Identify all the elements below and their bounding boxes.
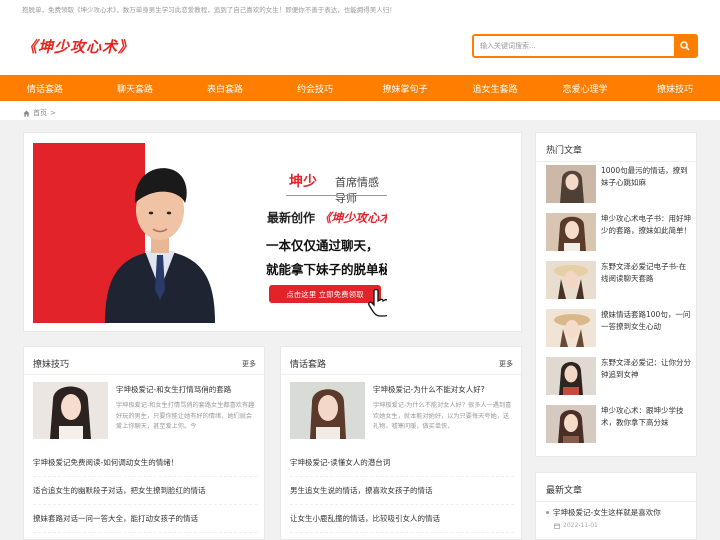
list-item[interactable]: 宇坤极爱记免费阅读-如何调动女生的情绪！ bbox=[33, 449, 257, 477]
section-title: 撩妹技巧 bbox=[33, 360, 70, 370]
nav-item-1[interactable]: 情话套路 bbox=[0, 75, 90, 101]
section-divider bbox=[281, 374, 521, 375]
article-thumbnail bbox=[546, 309, 596, 347]
featured-article-title[interactable]: 宇坤极爱记-为什么不能对女人好? bbox=[373, 384, 485, 395]
panel-divider bbox=[536, 161, 696, 162]
section-flirting-tips: 撩妹技巧 更多 宇坤极爱记-和女生打情骂俏的套路 宇坤极爱记-和女生打情骂俏的套… bbox=[23, 346, 265, 540]
list-item[interactable]: 适合追女生的幽默段子对话，把女生撩到脸红的情话 bbox=[33, 477, 257, 505]
nav-item-7[interactable]: 恋爱心理学 bbox=[540, 75, 630, 101]
hot-article-item[interactable]: 东野文泽必爱记：让你分分钟追到女神 bbox=[546, 357, 692, 405]
pointer-hand-icon bbox=[368, 289, 387, 317]
search-icon bbox=[680, 41, 690, 51]
breadcrumb-separator: > bbox=[50, 109, 56, 117]
featured-article-image[interactable] bbox=[33, 382, 108, 439]
banner-mentor-name: 坤少 bbox=[289, 174, 317, 190]
banner-new-prefix: 最新创作 bbox=[267, 211, 316, 225]
list-item[interactable]: 男生追女生说的情话，撩喜欢女孩子的情话 bbox=[290, 477, 514, 505]
latest-article-date: 2022-11-01 bbox=[554, 522, 598, 529]
section-divider bbox=[24, 374, 264, 375]
hot-article-title: 撩妹情话套路100句，一问一答撩到女生心动 bbox=[601, 310, 691, 331]
banner-headline-1: 一本仅仅通过聊天， bbox=[266, 238, 379, 253]
banner-cta-button[interactable]: 点击这里 立即免费领取 bbox=[269, 285, 381, 303]
hot-article-title: 东野文泽必爱记电子书-在线阅读聊天套路 bbox=[601, 262, 687, 283]
article-thumbnail bbox=[546, 405, 596, 443]
bullet-dot bbox=[546, 511, 549, 514]
latest-article-item[interactable]: 宇坤极爱记-女生这样就是喜欢你 bbox=[546, 507, 661, 518]
latest-articles-title: 最新文章 bbox=[546, 486, 583, 496]
search-box bbox=[472, 34, 698, 58]
nav-item-6[interactable]: 追女生套路 bbox=[450, 75, 540, 101]
nav-item-5[interactable]: 撩妹掌句子 bbox=[360, 75, 450, 101]
hot-article-item[interactable]: 坤少攻心术电子书：用好坤少的套路，撩妹如此简单！ bbox=[546, 213, 692, 261]
featured-article-excerpt: 宇坤极爱记-和女生打情骂俏的套路女生都喜欢有趣好玩的男生，只要你能让她有好的情绪… bbox=[116, 402, 255, 430]
banner-book-title: 《坤少攻心术》 bbox=[319, 211, 387, 225]
banner-divider bbox=[286, 195, 387, 196]
mentor-photo bbox=[105, 168, 215, 323]
hot-article-item[interactable]: 1000句最污的情话，撩到妹子心跳如麻 bbox=[546, 165, 692, 213]
featured-article-excerpt: 宇坤极爱记-为什么不能对女人好？很多人一遇到喜欢她女生，就本能对她好，以为只要每… bbox=[373, 402, 512, 430]
search-input[interactable] bbox=[474, 36, 674, 56]
hot-article-title: 东野文泽必爱记：让你分分钟追到女神 bbox=[601, 358, 691, 379]
article-thumbnail bbox=[546, 213, 596, 251]
breadcrumb-home[interactable]: 首页 bbox=[33, 108, 47, 118]
site-header: 《坤少攻心术》 bbox=[0, 17, 720, 75]
latest-article-title: 宇坤极爱记-女生这样就是喜欢你 bbox=[553, 508, 661, 517]
banner-latest-work: 最新创作 《坤少攻心术》 bbox=[267, 209, 387, 226]
site-logo[interactable]: 《坤少攻心术》 bbox=[22, 36, 134, 57]
latest-articles-panel: 最新文章 宇坤极爱记-女生这样就是喜欢你 2022-11-01 bbox=[535, 472, 697, 540]
list-item[interactable]: 宇坤极爱记-读懂女人的潜台词 bbox=[290, 449, 514, 477]
section-more-link[interactable]: 更多 bbox=[242, 359, 256, 369]
hot-articles-panel: 热门文章 1000句最污的情话，撩到妹子心跳如麻 坤少攻心术电子书：用好坤少的套… bbox=[535, 132, 697, 457]
breadcrumb: 首页 > bbox=[0, 101, 720, 120]
top-announcement: 抱脱单，免费领取《坤少攻心术》，数万单身男生学习此恋爱教程，追到了自己喜欢的女生… bbox=[0, 0, 720, 17]
section-love-talk: 情话套路 更多 宇坤极爱记-为什么不能对女人好? 宇坤极爱记-为什么不能对女人好… bbox=[280, 346, 522, 540]
article-thumbnail bbox=[546, 357, 596, 395]
panel-divider bbox=[536, 501, 696, 502]
article-thumbnail bbox=[546, 261, 596, 299]
nav-item-8[interactable]: 撩妹技巧 bbox=[630, 75, 720, 101]
nav-item-4[interactable]: 约会技巧 bbox=[270, 75, 360, 101]
banner-headline-2: 就能拿下妹子的脱单秘籍！ bbox=[266, 262, 387, 277]
featured-article-title[interactable]: 宇坤极爱记-和女生打情骂俏的套路 bbox=[116, 384, 231, 395]
nav-item-2[interactable]: 聊天套路 bbox=[90, 75, 180, 101]
article-thumbnail bbox=[546, 165, 596, 203]
hot-article-title: 坤少攻心术电子书：用好坤少的套路，撩妹如此简单！ bbox=[601, 214, 691, 235]
hot-article-title: 坤少攻心术：跟坤少学技术，教你拿下高分妹 bbox=[601, 406, 684, 427]
hot-articles-title: 热门文章 bbox=[546, 146, 583, 156]
article-list: 宇坤极爱记免费阅读-如何调动女生的情绪！ 适合追女生的幽默段子对话，把女生撩到脸… bbox=[33, 449, 257, 533]
article-list: 宇坤极爱记-读懂女人的潜台词 男生追女生说的情话，撩喜欢女孩子的情话 让女生小鹿… bbox=[290, 449, 514, 533]
banner-mentor-role: 首席情感导师 bbox=[335, 176, 379, 205]
calendar-icon bbox=[554, 523, 560, 529]
section-more-link[interactable]: 更多 bbox=[499, 359, 513, 369]
promo-banner[interactable]: 坤少 首席情感导师 最新创作 《坤少攻心术》 一本仅仅通过聊天， 就能拿下妹子的… bbox=[33, 143, 387, 323]
list-item[interactable]: 撩妹套路对话一问一答大全，能打动女孩子的情话 bbox=[33, 505, 257, 533]
main-nav: 情话套路 聊天套路 表白套路 约会技巧 撩妹掌句子 追女生套路 恋爱心理学 撩妹… bbox=[0, 75, 720, 101]
search-button[interactable] bbox=[674, 36, 696, 56]
hot-articles-list: 1000句最污的情话，撩到妹子心跳如麻 坤少攻心术电子书：用好坤少的套路，撩妹如… bbox=[546, 165, 692, 453]
promo-banner-card: 坤少 首席情感导师 最新创作 《坤少攻心术》 一本仅仅通过聊天， 就能拿下妹子的… bbox=[23, 132, 522, 332]
hot-article-item[interactable]: 坤少攻心术：跟坤少学技术，教你拿下高分妹 bbox=[546, 405, 692, 453]
home-icon bbox=[23, 109, 30, 117]
nav-item-3[interactable]: 表白套路 bbox=[180, 75, 270, 101]
featured-article-image[interactable] bbox=[290, 382, 365, 439]
list-item[interactable]: 让女生小鹿乱撞的情话，比较吸引女人的情话 bbox=[290, 505, 514, 533]
latest-article-date-text: 2022-11-01 bbox=[563, 522, 598, 529]
hot-article-item[interactable]: 东野文泽必爱记电子书-在线阅读聊天套路 bbox=[546, 261, 692, 309]
section-title: 情话套路 bbox=[290, 360, 327, 370]
hot-article-title: 1000句最污的情话，撩到妹子心跳如麻 bbox=[601, 166, 688, 187]
hot-article-item[interactable]: 撩妹情话套路100句，一问一答撩到女生心动 bbox=[546, 309, 692, 357]
